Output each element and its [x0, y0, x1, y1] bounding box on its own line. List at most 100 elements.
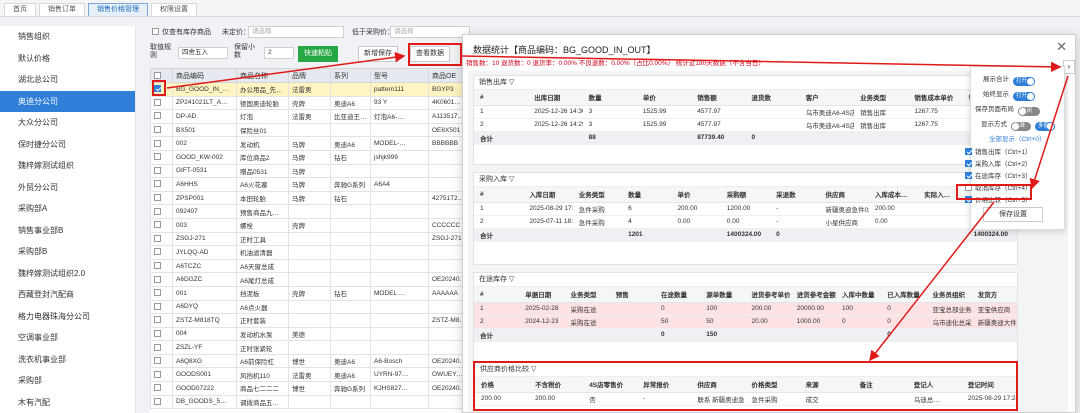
row-checkbox[interactable]: [150, 340, 173, 355]
table-row[interactable]: A6Q8XG A6前保险杠 博世 奥迪A6 A6-Bosch OE20240…: [150, 353, 470, 369]
table-row[interactable]: A6DYQ A6点火器: [150, 299, 470, 315]
sidebar-item[interactable]: 大众分公司: [0, 112, 135, 134]
row-checkbox[interactable]: [150, 163, 173, 179]
mode-standard-toggle[interactable]: 标准: [1011, 122, 1031, 131]
table-row[interactable]: 004 发动机水泵 美德: [150, 326, 470, 342]
setting-checkbox[interactable]: 在途库存（Ctrl+3）: [965, 170, 1060, 180]
tab-price-management[interactable]: 销售价格管理: [88, 3, 148, 16]
table-cell: [836, 328, 882, 342]
select-all-link[interactable]: 全部显示（Ctrl+0）: [989, 133, 1080, 143]
row-checkbox[interactable]: [150, 353, 173, 369]
table-row[interactable]: GIFT-0531 赠品0531 马牌: [150, 163, 470, 179]
row-checkbox[interactable]: [150, 231, 173, 247]
row-checkbox[interactable]: [150, 177, 173, 192]
save-layout-toggle[interactable]: 关闭: [1018, 107, 1040, 116]
no-price-select[interactable]: 请选择: [248, 26, 344, 38]
row-checkbox[interactable]: [150, 122, 173, 138]
table-row[interactable]: ZP241021LT_A… 德国奥迪轮胎 壳牌 奥迪A6 93 Y 4K0601…: [150, 95, 470, 111]
save-settings-button[interactable]: 保存设置: [983, 207, 1043, 222]
row-checkbox[interactable]: [150, 258, 173, 274]
row-checkbox[interactable]: [150, 204, 173, 219]
table-row[interactable]: BG_GOOD_IN_… 办公用品_先… 法雷奥 pattern111 BGYP3: [150, 82, 470, 97]
setting-checkbox[interactable]: 取消库存（Ctrl+4）: [965, 182, 1060, 192]
row-checkbox[interactable]: [150, 217, 173, 233]
row-checkbox[interactable]: [150, 272, 173, 287]
tab-home[interactable]: 首页: [4, 3, 36, 16]
sidebar-item[interactable]: 采购部: [0, 370, 135, 392]
lower-price-select[interactable]: 请选择: [390, 26, 470, 38]
always-show-toggle[interactable]: 打开: [1013, 92, 1035, 101]
table-row[interactable]: ZSGJ-271 正时工具 ZSGJ-271: [150, 231, 470, 247]
select-all-checkbox[interactable]: [150, 68, 173, 83]
table-row[interactable]: BX501 保险丝01 OE8X501: [150, 122, 470, 138]
sidebar-item[interactable]: 默认价格: [0, 48, 135, 70]
sidebar-item[interactable]: 湖北总公司: [0, 69, 135, 91]
sidebar-item[interactable]: 洗衣机事业部: [0, 349, 135, 371]
column-header[interactable]: 商品名称: [236, 68, 289, 83]
column-header[interactable]: 型号: [370, 68, 429, 83]
sidebar-item[interactable]: 格力电器珠海分公司: [0, 306, 135, 328]
sidebar-item[interactable]: 销售事业部B: [0, 220, 135, 242]
close-icon[interactable]: ✕: [1056, 39, 1067, 55]
table-row[interactable]: GOOD_KW-002 库位商品2 马牌 钻石 jshjk999: [150, 149, 470, 165]
new-save-button[interactable]: 新增保存: [358, 46, 398, 62]
sidebar-item[interactable]: 采购部B: [0, 241, 135, 263]
quick-paste-button[interactable]: 快速粘贴: [298, 46, 338, 62]
sidebar-item[interactable]: 外贸分公司: [0, 177, 135, 199]
column-header: 退货数: [745, 90, 800, 106]
table-cell: 200.00: [745, 302, 791, 316]
row-checkbox[interactable]: [150, 326, 173, 342]
row-checkbox[interactable]: [150, 367, 173, 383]
row-checkbox[interactable]: [150, 149, 173, 165]
row-checkbox[interactable]: [150, 190, 173, 206]
column-header[interactable]: 品牌: [288, 68, 331, 83]
row-checkbox[interactable]: [150, 285, 173, 301]
table-row[interactable]: GOOD07222 商品七二二二 博世 奔驰G系列 KJHS827… OE20240…: [150, 381, 470, 396]
setting-checkbox[interactable]: 销售出库（Ctrl+1）: [965, 146, 1060, 156]
table-row[interactable]: DP-AD 灯泡 法雷奥 比亚迪王… 灯泡A6-… A113517…: [150, 109, 470, 124]
column-header[interactable]: 商品编码: [172, 68, 237, 83]
row-checkbox[interactable]: [150, 313, 173, 328]
table-row[interactable]: DB_GOODS_5… 调拨商品五…: [150, 394, 470, 410]
mode-multi-toggle[interactable]: 多窗: [1035, 122, 1055, 131]
setting-checkbox[interactable]: 价格比较（Ctrl+5）: [965, 194, 1060, 204]
show-total-toggle[interactable]: 打开: [1013, 77, 1035, 86]
table-row[interactable]: JYLQQ-AD 机油滤清器: [150, 245, 470, 260]
table-row[interactable]: GOODS001 风挡机110 法雷奥 奥迪A6 UYRN-97… OWUEY…: [150, 367, 470, 383]
row-checkbox[interactable]: [150, 136, 173, 151]
table-row[interactable]: 001 挡泥板 壳牌 钻石 MODEL … AAAAAA: [150, 285, 470, 301]
sidebar-item[interactable]: 西藏登封汽配商: [0, 284, 135, 306]
column-header[interactable]: 系列: [330, 68, 371, 83]
table-row[interactable]: A6HHS A6火花塞 马牌 奔驰G系列 A6A4: [150, 177, 470, 192]
table-row[interactable]: 003 螺栓 壳牌 CCCCCC: [150, 217, 470, 233]
sidebar-item[interactable]: 魏梓嫁测试组织: [0, 155, 135, 177]
table-row[interactable]: 092407 预售商品九…: [150, 204, 470, 219]
row-checkbox[interactable]: [150, 299, 173, 315]
row-checkbox[interactable]: [150, 394, 173, 410]
table-row[interactable]: ZPSP001 本田轮胎 马牌 钻石 42751T2…: [150, 190, 470, 206]
sidebar-item[interactable]: 木有汽配: [0, 392, 135, 413]
table-row[interactable]: ZSTZ-M818TQ 正时套装 ZSTZ-M8…: [150, 313, 470, 328]
precision-select[interactable]: 四舍五入: [178, 47, 228, 59]
sidebar-item[interactable]: 保时捷分公司: [0, 134, 135, 156]
row-checkbox[interactable]: [150, 82, 173, 97]
setting-checkbox[interactable]: 采购入库（Ctrl+2）: [965, 158, 1060, 168]
table-row[interactable]: A6DGZC A6尾灯总成 OE20240…: [150, 272, 470, 287]
sidebar-item[interactable]: 奥迪分公司: [0, 90, 135, 112]
sidebar-item[interactable]: 空调事业部: [0, 327, 135, 349]
sidebar-item[interactable]: 魏梓嫁测试组织2.0: [0, 263, 135, 285]
table-row[interactable]: A6TCZC A6天窗总成: [150, 258, 470, 274]
decimals-stepper[interactable]: 2: [264, 47, 294, 59]
sidebar-item[interactable]: 销售组织: [0, 26, 135, 48]
row-checkbox[interactable]: [150, 109, 173, 124]
sidebar-item[interactable]: 采购部A: [0, 198, 135, 220]
row-checkbox[interactable]: [150, 95, 173, 111]
row-checkbox[interactable]: [150, 245, 173, 260]
row-checkbox[interactable]: [150, 381, 173, 396]
view-data-button[interactable]: 查看数据: [410, 46, 450, 62]
tab-permissions[interactable]: 权限设置: [151, 3, 197, 16]
table-row[interactable]: ZSZL-YF 正时张紧轮: [150, 340, 470, 355]
table-row[interactable]: 002 发动机 马牌 奥迪A6 MODEL-… BBBBBB: [150, 136, 470, 151]
only-stock-checkbox[interactable]: 仅查有库存商品: [152, 27, 211, 37]
tab-sales-order[interactable]: 销售订单: [39, 3, 85, 16]
